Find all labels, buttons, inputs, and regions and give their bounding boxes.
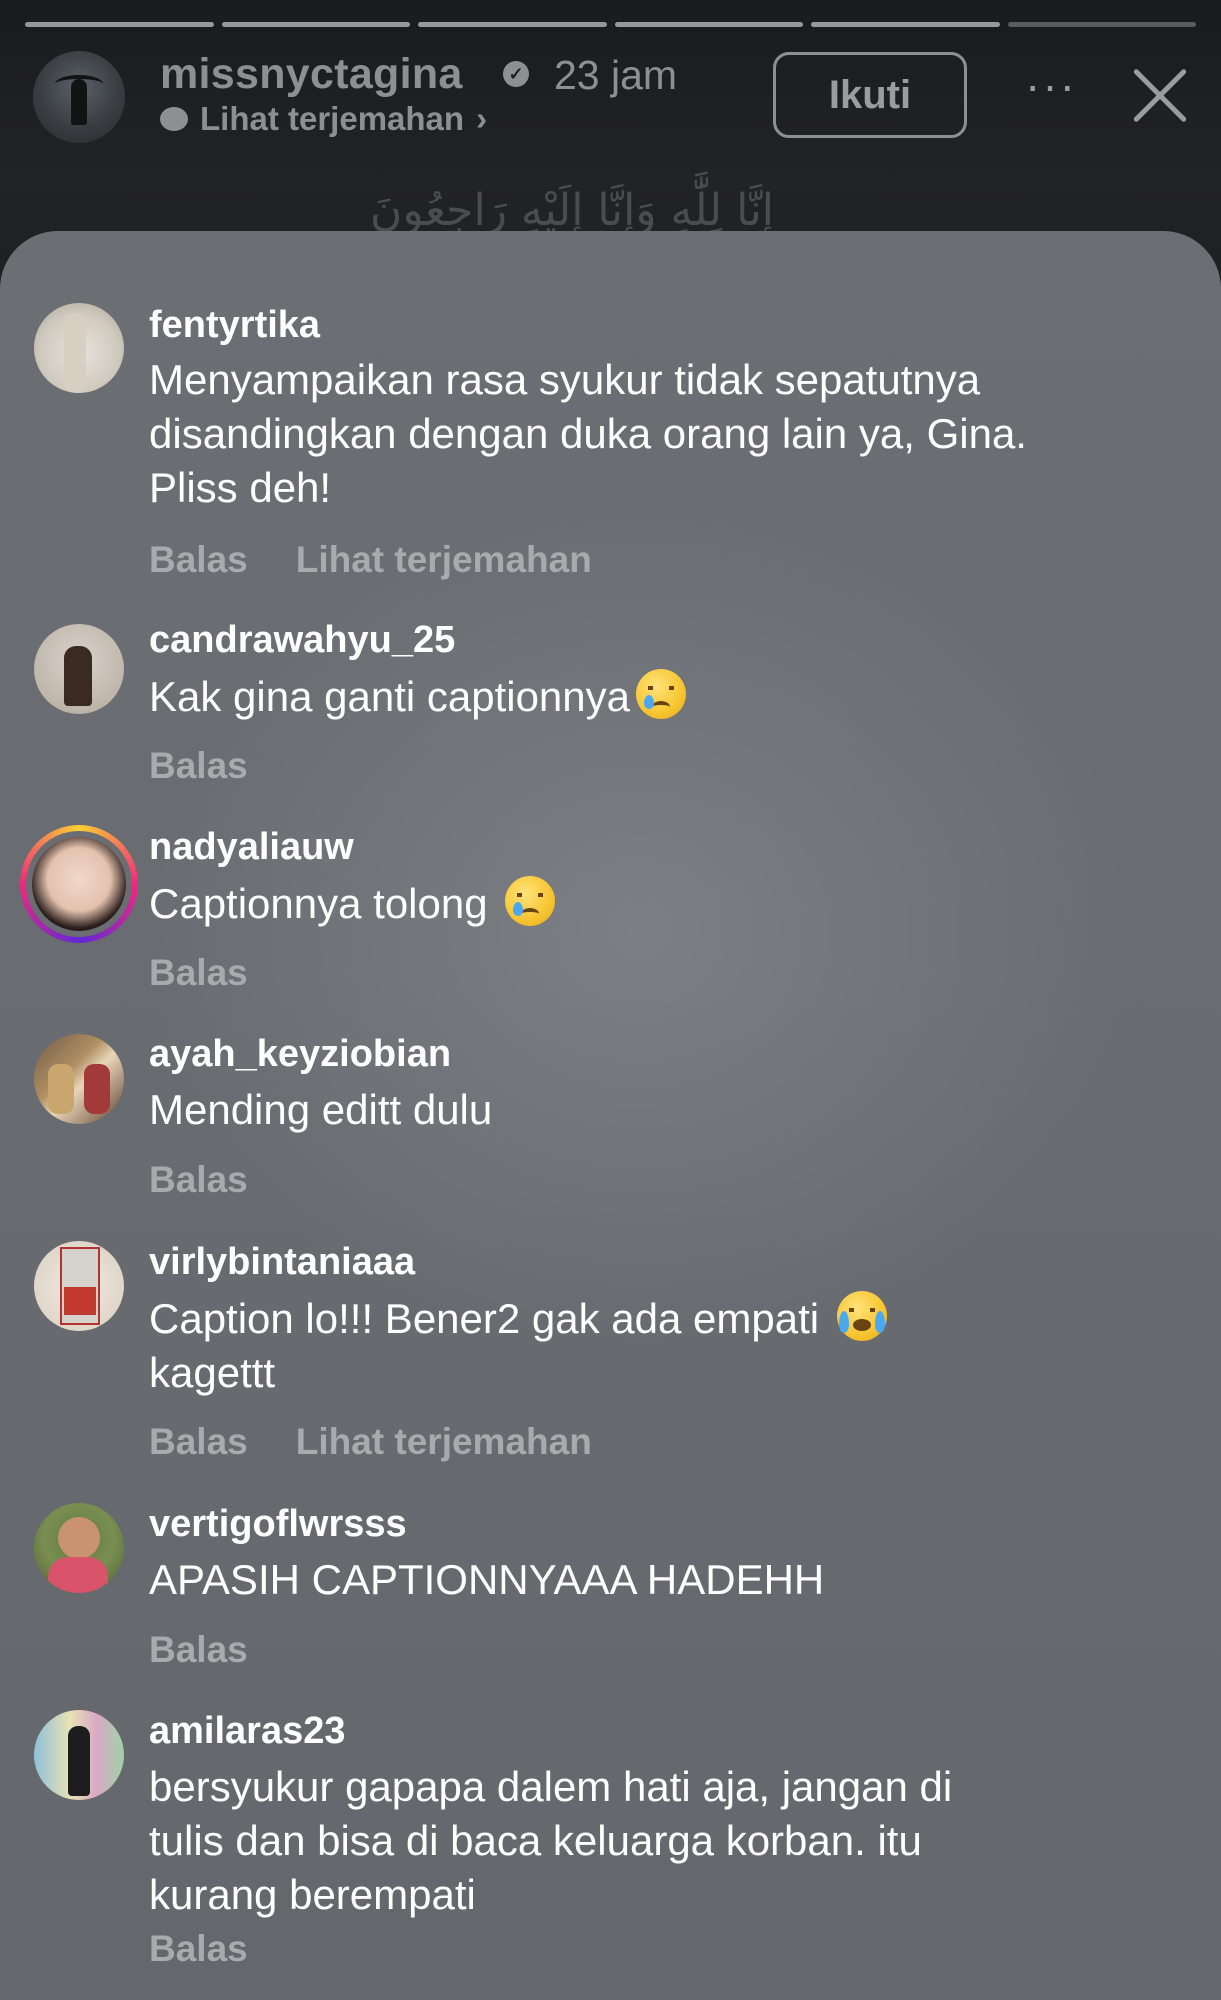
see-translation-link[interactable]: Lihat terjemahan › (160, 100, 487, 138)
close-icon[interactable] (1130, 66, 1190, 126)
progress-segment (25, 22, 214, 27)
comment-username[interactable]: vertigoflwrsss (149, 1503, 407, 1546)
avatar-leg-shape (64, 313, 86, 393)
comment-avatar[interactable] (34, 624, 124, 714)
author-avatar[interactable] (33, 51, 125, 143)
story-ring-gap (26, 831, 132, 937)
avatar-figure-shape (68, 1726, 90, 1796)
avatar-juice-box-shape (60, 1247, 100, 1325)
comment-username[interactable]: candrawahyu_25 (149, 619, 455, 662)
avatar-person-shape (84, 1064, 110, 1114)
loudly-crying-face-icon (836, 1291, 887, 1341)
progress-segment (221, 22, 410, 27)
author-username[interactable]: missnyctagina (160, 50, 463, 99)
comment-username[interactable]: nadyaliauw (149, 826, 354, 869)
follow-button[interactable]: Ikuti (773, 52, 967, 138)
reply-button[interactable]: Balas (149, 1159, 248, 1201)
comment-avatar[interactable] (34, 1503, 124, 1593)
story-progress-bar (25, 22, 1196, 27)
reply-button[interactable]: Balas (149, 1421, 248, 1463)
avatar-figure-shape (64, 646, 92, 706)
crying-face-icon (505, 876, 556, 926)
reply-button[interactable]: Balas (149, 1928, 248, 1970)
progress-segment (614, 22, 803, 27)
post-time: 23 jam (554, 52, 678, 98)
progress-segment (1007, 22, 1196, 27)
comment-avatar[interactable] (34, 1241, 124, 1331)
progress-segment (811, 22, 1000, 27)
translate-bubble-icon (160, 107, 188, 131)
comment-username[interactable]: ayah_keyziobian (149, 1033, 451, 1076)
comment-username[interactable]: fentyrtika (149, 304, 320, 347)
comment-avatar[interactable] (34, 1034, 124, 1124)
see-translation-button[interactable]: Lihat terjemahan (296, 539, 592, 581)
comment-text-row: Captionnya tolong (149, 876, 1109, 931)
reply-button[interactable]: Balas (149, 745, 248, 787)
comment-avatar[interactable] (34, 303, 124, 393)
more-options-icon[interactable]: ··· (1025, 58, 1077, 112)
see-translation-button[interactable]: Lihat terjemahan (296, 1421, 592, 1463)
avatar-juice-fruit-shape (64, 1287, 96, 1315)
comment-text: Caption lo!!! Bener2 gak ada empati (149, 1295, 831, 1342)
story-ring[interactable] (20, 825, 138, 943)
comment-text: Mending editt dulu (149, 1086, 493, 1133)
comment-avatar (32, 837, 126, 931)
avatar-face-shape (58, 1517, 100, 1559)
verified-badge-icon: ✓ (503, 61, 529, 87)
chevron-right-icon: › (476, 100, 488, 137)
see-translation-label: Lihat terjemahan (200, 100, 465, 137)
comment-text-continued: kagettt (149, 1349, 276, 1396)
reply-button[interactable]: Balas (149, 1629, 248, 1671)
comment-username[interactable]: virlybintaniaaa (149, 1241, 415, 1284)
story-caption-arabic: إِنَّا لِلَّٰهِ وَإِنَّا إِلَيْهِ رَاجِع… (370, 185, 774, 236)
comment-text-row: Kak gina ganti captionnya (149, 669, 1109, 724)
avatar-shirt-shape (48, 1557, 108, 1593)
comment-text: APASIH CAPTIONNYAAA HADEHH (149, 1556, 825, 1603)
reply-button[interactable]: Balas (149, 539, 248, 581)
comment-text: bersyukur gapapa dalem hati aja, jangan … (149, 1763, 953, 1918)
comment-text: Kak gina ganti captionnya (149, 673, 631, 720)
comment-text-block: Caption lo!!! Bener2 gak ada empati kage… (149, 1291, 1109, 1400)
progress-segment (418, 22, 607, 27)
crying-face-icon (636, 669, 687, 719)
comment-username[interactable]: amilaras23 (149, 1710, 346, 1753)
comment-text: Captionnya tolong (149, 880, 500, 927)
comment-avatar[interactable] (34, 1710, 124, 1800)
comments-sheet[interactable]: fentyrtika Menyampaikan rasa syukur tida… (0, 231, 1221, 2000)
comment-text: Menyampaikan rasa syukur tidak sepatutny… (149, 356, 1027, 511)
avatar-person-shape (48, 1064, 74, 1114)
reply-button[interactable]: Balas (149, 952, 248, 994)
avatar-figure (71, 79, 87, 125)
